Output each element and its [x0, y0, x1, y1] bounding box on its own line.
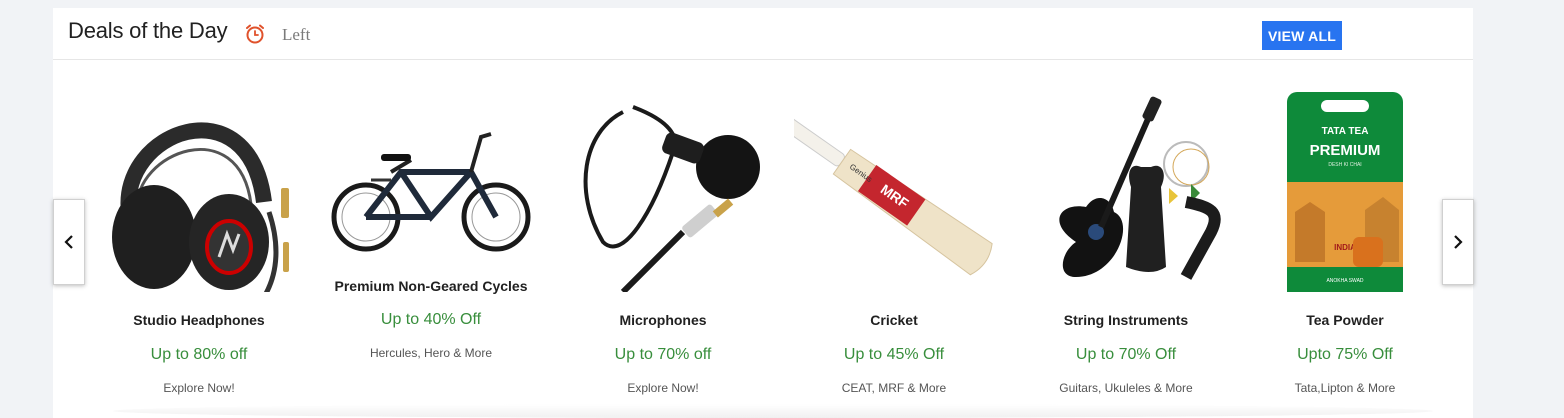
tea-pack-image: TATA TEA PREMIUM DESH KI CHAI INDIA ANOK…	[1287, 92, 1403, 292]
deal-subtext: Tata,Lipton & More	[1294, 381, 1396, 395]
chevron-right-icon	[1454, 235, 1463, 249]
deal-offer: Up to 70% Off	[1075, 346, 1177, 363]
cricket-bat-image: MRF Genius	[794, 116, 993, 276]
deal-subtext: Explore Now!	[627, 381, 699, 395]
time-left-label: Left	[282, 25, 311, 44]
deal-offer: Up to 70% off	[614, 346, 712, 363]
deal-card[interactable]: TATA TEA PREMIUM DESH KI CHAI INDIA ANOK…	[1245, 92, 1445, 402]
deal-name: Microphones	[619, 312, 707, 328]
carousel-next-button[interactable]	[1442, 199, 1474, 285]
tea-footer-text: ANOKHA SWAD	[1326, 278, 1363, 284]
tea-tagline-text: DESH KI CHAI	[1328, 162, 1361, 168]
deals-header: Deals of the Day Left VIEW ALL	[53, 8, 1473, 60]
tea-brand-text: TATA TEA	[1322, 126, 1369, 137]
alarm-clock-icon	[246, 24, 264, 44]
carousel-prev-button[interactable]	[53, 199, 85, 285]
deal-card[interactable]: String Instruments Up to 70% Off Guitars…	[1026, 92, 1226, 402]
deal-name: Cricket	[870, 312, 918, 328]
guitar-image	[1059, 96, 1221, 280]
deal-offer: Up to 80% off	[150, 346, 248, 363]
deal-name: Premium Non-Geared Cycles	[334, 278, 528, 294]
bicycle-image	[331, 132, 531, 252]
headphones-image	[112, 122, 289, 292]
deal-name: Tea Powder	[1306, 312, 1384, 328]
deal-name: Studio Headphones	[133, 312, 265, 328]
deal-subtext: CEAT, MRF & More	[841, 381, 947, 395]
view-all-button[interactable]: VIEW ALL	[1262, 21, 1342, 50]
tea-line-text: PREMIUM	[1310, 142, 1381, 159]
section-title: Deals of the Day	[68, 18, 228, 43]
deal-card[interactable]: Studio Headphones Up to 80% off Explore …	[99, 92, 299, 402]
microphone-image	[583, 105, 760, 292]
deal-subtext: Guitars, Ukuleles & More	[1059, 381, 1193, 395]
deals-panel: Deals of the Day Left VIEW ALL Studio He…	[53, 8, 1473, 418]
panel-bottom-shadow	[113, 404, 1433, 418]
deal-name: String Instruments	[1063, 312, 1189, 328]
tea-subbrand-text: INDIA	[1334, 243, 1356, 252]
deal-subtext: Hercules, Hero & More	[369, 346, 493, 360]
deal-card[interactable]: Premium Non-Geared Cycles Up to 40% Off …	[331, 92, 531, 402]
deal-card[interactable]: MRF Genius Cricket Up to 45% Off CEAT, M…	[794, 92, 994, 402]
deal-subtext: Explore Now!	[163, 381, 235, 395]
deal-offer: Up to 45% Off	[843, 346, 945, 363]
deal-card[interactable]: Microphones Up to 70% off Explore Now!	[563, 92, 763, 402]
deal-offer: Upto 75% Off	[1297, 346, 1393, 363]
chevron-left-icon	[64, 235, 73, 249]
deal-offer: Up to 40% Off	[380, 311, 482, 328]
